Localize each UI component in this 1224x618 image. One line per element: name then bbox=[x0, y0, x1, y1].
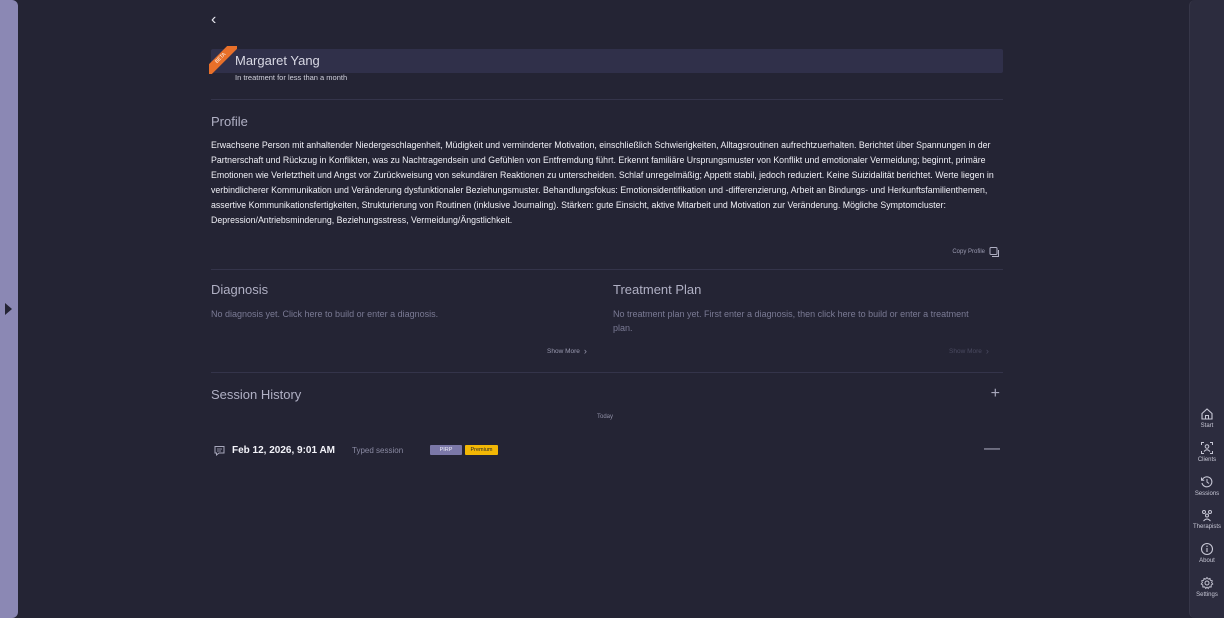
therapists-icon bbox=[1202, 510, 1212, 522]
nav-label: Start bbox=[1200, 423, 1214, 429]
premium-tag: Premium bbox=[465, 445, 498, 455]
session-date: Feb 12, 2026, 9:01 AM bbox=[232, 445, 336, 456]
treatment-plan-show-more-button[interactable]: Show More › bbox=[949, 346, 989, 356]
session-group-label: Today bbox=[597, 414, 614, 420]
nav-start[interactable]: Start bbox=[1190, 407, 1224, 429]
right-nav-rail: Start Clients Sessions Therapists About … bbox=[1189, 0, 1224, 618]
diagnosis-title: Diagnosis bbox=[211, 282, 269, 297]
chat-icon bbox=[214, 446, 225, 456]
show-more-label: Show More bbox=[547, 347, 580, 355]
divider bbox=[211, 269, 1003, 270]
copy-profile-button[interactable]: Copy Profile bbox=[952, 247, 1000, 257]
nav-label: About bbox=[1199, 558, 1215, 564]
client-header bbox=[211, 49, 1003, 73]
copy-profile-label: Copy Profile bbox=[952, 249, 985, 255]
nav-label: Clients bbox=[1197, 457, 1217, 463]
nav-settings[interactable]: Settings bbox=[1190, 576, 1224, 598]
divider bbox=[211, 372, 1003, 373]
session-row[interactable]: Feb 12, 2026, 9:01 AM Typed session PIRP… bbox=[211, 440, 1003, 460]
session-type: Typed session bbox=[352, 446, 404, 455]
chevron-right-icon: › bbox=[985, 346, 989, 356]
beta-label: BETA bbox=[209, 46, 237, 74]
diagnosis-empty-text[interactable]: No diagnosis yet. Click here to build or… bbox=[211, 307, 591, 321]
show-more-label: Show More bbox=[949, 347, 982, 355]
session-history-title: Session History bbox=[211, 387, 302, 402]
profile-text: Erwachsene Person mit anhaltender Nieder… bbox=[211, 140, 994, 225]
info-icon bbox=[1200, 542, 1214, 556]
left-sidebar-collapsed[interactable] bbox=[0, 0, 18, 618]
gear-icon bbox=[1200, 576, 1214, 590]
treatment-duration: In treatment for less than a month bbox=[235, 73, 348, 82]
copy-icon bbox=[989, 247, 999, 257]
nav-sessions[interactable]: Sessions bbox=[1190, 475, 1224, 497]
profile-title: Profile bbox=[211, 114, 248, 129]
nav-therapists[interactable]: Therapists bbox=[1190, 508, 1224, 530]
chevron-right-icon: › bbox=[583, 346, 587, 356]
nav-about[interactable]: About bbox=[1190, 542, 1224, 564]
client-name: Margaret Yang bbox=[235, 53, 320, 68]
collapse-session-icon[interactable]: — bbox=[984, 440, 1000, 458]
back-button[interactable]: ‹ bbox=[211, 11, 216, 29]
nav-label: Settings bbox=[1196, 592, 1218, 598]
nav-label: Sessions bbox=[1194, 491, 1220, 497]
treatment-plan-title: Treatment Plan bbox=[613, 282, 702, 297]
diagnosis-show-more-button[interactable]: Show More › bbox=[547, 346, 587, 356]
nav-clients[interactable]: Clients bbox=[1190, 441, 1224, 463]
home-icon bbox=[1201, 408, 1213, 420]
beta-ribbon: BETA bbox=[209, 46, 237, 74]
treatment-plan-empty-text[interactable]: No treatment plan yet. First enter a dia… bbox=[613, 307, 983, 335]
history-icon bbox=[1201, 476, 1213, 488]
add-session-button[interactable]: + bbox=[991, 385, 1000, 403]
pirp-tag: PIRP bbox=[430, 445, 462, 455]
divider bbox=[211, 99, 1003, 100]
clients-icon bbox=[1201, 442, 1213, 454]
expand-sidebar-icon[interactable] bbox=[5, 303, 12, 315]
nav-label: Therapists bbox=[1192, 524, 1221, 530]
